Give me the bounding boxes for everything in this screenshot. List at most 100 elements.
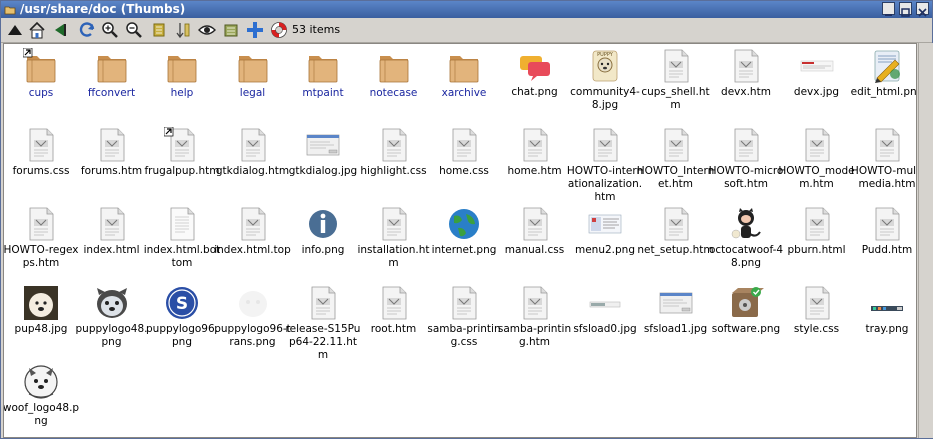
zoom-in-icon <box>102 22 118 38</box>
file-item[interactable]: index.html <box>77 204 147 282</box>
up-button[interactable] <box>6 20 24 40</box>
file-item[interactable]: pburn.html <box>782 204 852 282</box>
file-item[interactable]: sfsload0.jpg <box>570 283 640 361</box>
file-item[interactable]: edit_html.png <box>851 46 916 124</box>
file-label: internet.png <box>431 244 497 256</box>
folder-item[interactable]: notecase <box>359 46 429 124</box>
minimize-button[interactable] <box>882 2 895 16</box>
file-item[interactable]: highlight.css <box>359 125 429 203</box>
new-button[interactable] <box>246 20 264 40</box>
file-item[interactable]: forums.htm <box>77 125 147 203</box>
doc-icon <box>734 49 759 83</box>
folder-item[interactable]: ffconvert <box>77 46 147 124</box>
folder-item[interactable]: cups <box>6 46 76 124</box>
home-button[interactable] <box>28 20 46 40</box>
up-arrow-icon <box>8 25 22 35</box>
file-label: net_setup.htm <box>637 244 714 256</box>
folder-item[interactable]: legal <box>218 46 288 124</box>
file-item[interactable]: puppylogo96-trans.png <box>214 283 291 361</box>
doc-icon <box>805 128 829 162</box>
select-button[interactable] <box>150 20 168 40</box>
file-item[interactable]: HOWTO-internationalization.htm <box>567 125 643 203</box>
file-item[interactable]: devx.jpg <box>782 46 852 124</box>
file-view[interactable]: cups ffconvert help legal mtpaint notecase xar… <box>3 43 917 438</box>
file-item[interactable]: devx.htm <box>711 46 781 124</box>
view-button[interactable] <box>198 20 216 40</box>
sort-button[interactable] <box>174 20 192 40</box>
file-label: software.png <box>711 323 781 335</box>
file-item[interactable]: gtkdialog.jpg <box>288 125 358 203</box>
file-item[interactable]: tray.png <box>852 283 916 361</box>
file-label: pburn.html <box>787 244 846 256</box>
file-item[interactable]: style.css <box>782 283 852 361</box>
title-bar[interactable]: /usr/share/doc (Thumbs) <box>1 1 932 18</box>
file-label: samba-printing.htm <box>497 323 572 348</box>
file-item[interactable]: software.png <box>711 283 781 361</box>
file-item[interactable]: octocatwoof-48.png <box>709 204 783 282</box>
file-label: edit_html.png <box>850 86 917 98</box>
file-item[interactable]: home.htm <box>500 125 570 203</box>
file-item[interactable]: HOWTO-regexps.htm <box>4 204 79 282</box>
file-item[interactable]: home.css <box>429 125 499 203</box>
file-item[interactable]: internet.png <box>429 204 499 282</box>
file-item[interactable]: release-S15Pup64-22.11.htm <box>286 283 360 361</box>
file-item[interactable]: cups_shell.htm <box>641 46 711 124</box>
help-button[interactable] <box>270 20 288 40</box>
folder-item[interactable]: xarchive <box>429 46 499 124</box>
doc-icon <box>734 128 759 162</box>
zoom-in-button[interactable] <box>101 20 119 40</box>
file-label: ffconvert <box>87 87 136 99</box>
doc-icon <box>452 128 477 162</box>
home-icon <box>29 21 45 39</box>
list-button[interactable] <box>222 20 240 40</box>
file-item[interactable]: installation.htm <box>357 204 430 282</box>
file-item[interactable]: chat.png <box>500 46 570 124</box>
file-label: menu2.png <box>574 244 635 256</box>
file-item[interactable]: HOWTO_Internet.htm <box>637 125 714 203</box>
file-item[interactable]: info.png <box>288 204 358 282</box>
file-item[interactable]: index.html.top <box>214 204 291 282</box>
close-icon <box>918 8 927 17</box>
file-item[interactable]: Spuppylogo96.png <box>146 283 218 361</box>
vertical-scrollbar[interactable] <box>918 43 933 438</box>
file-item[interactable]: pup48.jpg <box>6 283 76 361</box>
file-label: help <box>170 87 194 99</box>
doc-icon <box>523 128 547 162</box>
thumb-bar-icon <box>589 301 621 308</box>
file-label: release-S15Pup64-22.11.htm <box>285 323 361 361</box>
file-item[interactable]: gtkdialog.htm <box>216 125 289 203</box>
file-item[interactable]: woof_logo48.png <box>4 362 79 437</box>
file-item[interactable]: root.htm <box>359 283 429 361</box>
file-item[interactable]: HOWTO-multimedia.htm <box>851 125 916 203</box>
doc-icon <box>875 128 900 162</box>
file-item[interactable]: PUPPY community4-8.jpg <box>570 46 640 124</box>
file-item[interactable]: manual.css <box>500 204 570 282</box>
file-item[interactable]: HOWTO_modem.htm <box>778 125 855 203</box>
file-item[interactable]: forums.css <box>6 125 76 203</box>
file-label: root.htm <box>370 323 417 335</box>
file-item[interactable]: net_setup.htm <box>637 204 714 282</box>
close-button[interactable] <box>916 2 929 17</box>
file-item[interactable]: Pudd.htm <box>852 204 916 282</box>
file-label: style.css <box>793 323 840 335</box>
folder-item[interactable]: help <box>147 46 217 124</box>
file-label: pup48.jpg <box>14 323 68 335</box>
refresh-button[interactable] <box>78 20 96 40</box>
refresh-icon <box>79 22 95 37</box>
file-item[interactable]: puppylogo48.png <box>76 283 148 361</box>
file-item[interactable]: index.html.bottom <box>144 204 220 282</box>
file-item[interactable]: frugalpup.htm <box>144 125 220 203</box>
doc-icon <box>664 49 688 83</box>
maximize-button[interactable] <box>899 2 912 17</box>
file-label: octocatwoof-48.png <box>708 244 784 269</box>
zoom-out-button[interactable] <box>125 20 143 40</box>
file-item[interactable]: menu2.png <box>570 204 640 282</box>
file-item[interactable]: samba-printing.htm <box>498 283 571 361</box>
file-item[interactable]: samba-printing.css <box>427 283 501 361</box>
back-button[interactable] <box>51 20 69 40</box>
file-item[interactable]: HOWTO-microsoft.htm <box>709 125 783 203</box>
file-label: installation.htm <box>357 244 430 269</box>
file-item[interactable]: sfsload1.jpg <box>641 283 711 361</box>
file-label: gtkdialog.jpg <box>288 165 358 177</box>
folder-item[interactable]: mtpaint <box>288 46 358 124</box>
